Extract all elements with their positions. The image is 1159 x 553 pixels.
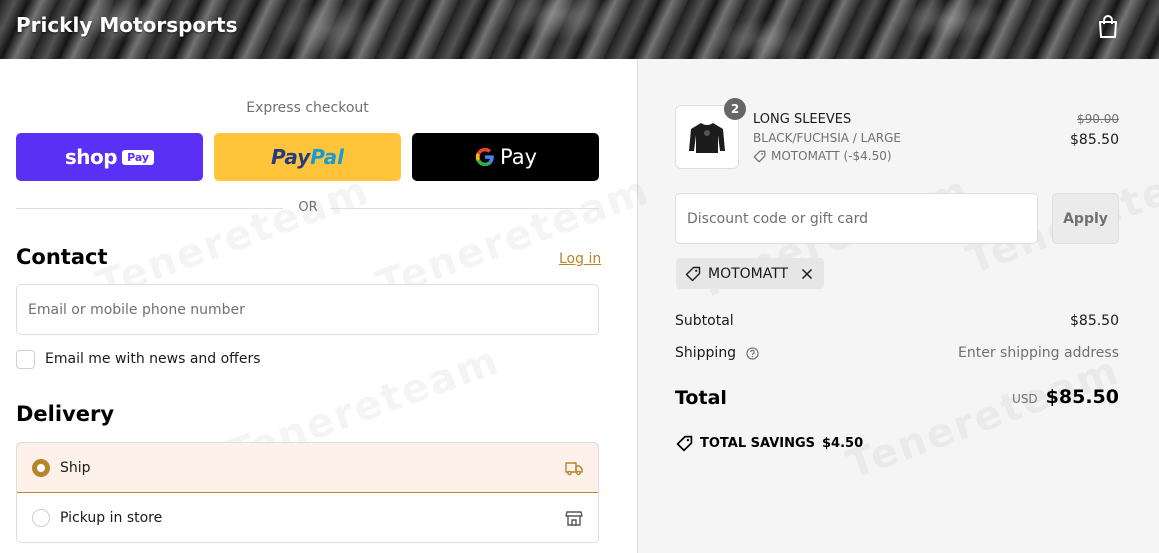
shipping-value: Enter shipping address <box>958 345 1119 361</box>
savings-label: TOTAL SAVINGS <box>700 436 816 451</box>
store-name[interactable]: Prickly Motorsports <box>16 13 237 37</box>
item-discount-label: MOTOMATT (-$4.50) <box>771 149 892 163</box>
discount-code-input[interactable] <box>675 193 1038 244</box>
contact-heading: Contact <box>16 245 108 269</box>
item-discount: MOTOMATT (-$4.50) <box>753 149 892 163</box>
shop-pay-logo: shop <box>64 145 118 169</box>
delivery-option-pickup[interactable]: Pickup in store <box>17 493 598 542</box>
item-variant: BLACK/FUCHSIA / LARGE <box>753 131 901 145</box>
tag-icon <box>753 150 766 162</box>
truck-icon <box>564 458 584 478</box>
help-circle-icon[interactable] <box>745 346 759 360</box>
shipping-label: Shipping <box>675 345 737 361</box>
item-original-price: $90.00 <box>1077 112 1119 126</box>
google-pay-logo: Pay <box>474 145 537 169</box>
shipping-row: Shipping <box>675 345 759 361</box>
tag-icon <box>685 266 701 281</box>
subtotal-value: $85.50 <box>1070 313 1119 329</box>
item-price: $85.50 <box>1070 132 1119 148</box>
shopping-bag-icon[interactable] <box>1096 14 1120 40</box>
apply-discount-button[interactable]: Apply <box>1052 193 1119 244</box>
delivery-heading: Delivery <box>16 402 115 426</box>
paypal-logo: PayPal <box>270 145 345 169</box>
email-field[interactable] <box>16 284 599 335</box>
close-icon[interactable] <box>799 266 815 282</box>
paypal-button[interactable]: PayPal <box>214 133 401 181</box>
google-g-icon <box>475 147 494 167</box>
ship-radio[interactable] <box>32 458 50 477</box>
total-savings: TOTAL SAVINGS $4.50 <box>676 435 863 452</box>
applied-discount-chip: MOTOMATT <box>676 258 825 289</box>
pickup-radio[interactable] <box>32 509 50 527</box>
tag-icon <box>676 435 693 452</box>
total-amount: $85.50 <box>1045 386 1119 408</box>
or-label: OR <box>298 200 318 215</box>
newsletter-label[interactable]: Email me with news and offers <box>45 351 261 367</box>
ship-label: Ship <box>60 459 91 476</box>
applied-code-label: MOTOMATT <box>708 265 789 282</box>
login-link[interactable]: Log in <box>559 251 601 267</box>
item-name: LONG SLEEVES <box>753 112 852 127</box>
store-icon <box>564 508 584 528</box>
total-value: USD $85.50 <box>1012 386 1119 408</box>
express-checkout-title: Express checkout <box>246 100 369 116</box>
pickup-label: Pickup in store <box>60 510 163 526</box>
subtotal-label: Subtotal <box>675 313 734 329</box>
shop-pay-badge: Pay <box>122 149 155 165</box>
total-label: Total <box>675 387 727 409</box>
delivery-method-group: Ship Pickup in store <box>16 442 599 543</box>
delivery-option-ship[interactable]: Ship <box>17 443 598 493</box>
store-header: Prickly Motorsports <box>0 0 1159 59</box>
quantity-badge: 2 <box>724 98 746 120</box>
google-pay-button[interactable]: Pay <box>412 133 599 181</box>
newsletter-checkbox[interactable] <box>16 350 35 369</box>
currency-code: USD <box>1012 392 1038 406</box>
or-divider: OR <box>16 199 599 219</box>
shop-pay-button[interactable]: shop Pay <box>16 133 203 181</box>
savings-value: $4.50 <box>822 436 864 451</box>
